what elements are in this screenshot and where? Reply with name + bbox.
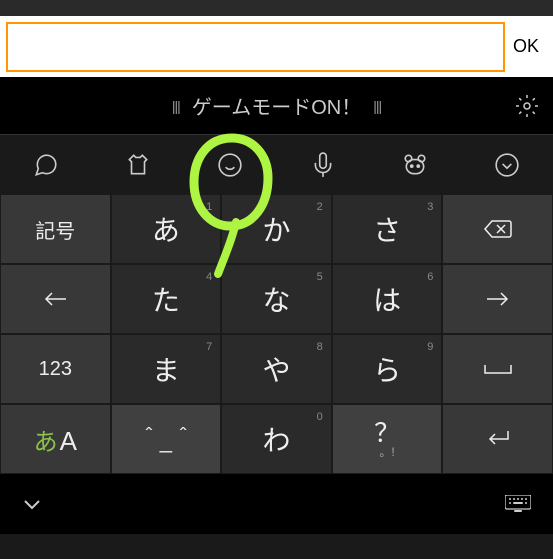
enter-key[interactable] bbox=[443, 405, 552, 473]
backspace-key[interactable] bbox=[443, 195, 552, 263]
kaomoji-key[interactable]: ＾_＾ bbox=[112, 405, 221, 473]
mic-icon[interactable] bbox=[277, 135, 369, 194]
shirt-icon[interactable] bbox=[92, 135, 184, 194]
key-ra[interactable]: ら9 bbox=[333, 335, 442, 403]
collapse-icon[interactable] bbox=[22, 497, 42, 511]
right-arrow-key[interactable] bbox=[443, 265, 552, 333]
keyboard: 記号 あ1 か2 さ3 た4 な5 は6 123 ま7 や8 ら9 あA ＾_＾… bbox=[0, 194, 553, 474]
punctuation-key[interactable]: ？。! bbox=[333, 405, 442, 473]
language-key[interactable]: あA bbox=[1, 405, 110, 473]
symbols-key[interactable]: 記号 bbox=[1, 195, 110, 263]
key-sa[interactable]: さ3 bbox=[333, 195, 442, 263]
top-strip bbox=[0, 0, 553, 16]
emoji-icon[interactable] bbox=[184, 135, 276, 194]
next-suggestion-icon[interactable]: ||| bbox=[373, 98, 381, 114]
ok-button[interactable]: OK bbox=[505, 36, 547, 57]
prev-suggestion-icon[interactable]: ||| bbox=[172, 98, 180, 114]
chevron-down-icon[interactable] bbox=[461, 135, 553, 194]
bottom-bar bbox=[0, 474, 553, 534]
input-area: OK bbox=[0, 16, 553, 77]
left-arrow-key[interactable] bbox=[1, 265, 110, 333]
numbers-key[interactable]: 123 bbox=[1, 335, 110, 403]
key-na[interactable]: な5 bbox=[222, 265, 331, 333]
toolbar bbox=[0, 134, 553, 194]
bear-icon[interactable] bbox=[369, 135, 461, 194]
keyboard-switch-icon[interactable] bbox=[505, 495, 531, 513]
key-wa[interactable]: わ0 bbox=[222, 405, 331, 473]
suggestion-text[interactable]: ゲームモードON！ bbox=[192, 91, 361, 120]
key-a[interactable]: あ1 bbox=[112, 195, 221, 263]
key-ka[interactable]: か2 bbox=[222, 195, 331, 263]
suggestion-bar: ||| ゲームモードON！ ||| bbox=[0, 77, 553, 134]
key-ya[interactable]: や8 bbox=[222, 335, 331, 403]
key-ta[interactable]: た4 bbox=[112, 265, 221, 333]
text-input[interactable] bbox=[6, 22, 505, 72]
key-ma[interactable]: ま7 bbox=[112, 335, 221, 403]
settings-icon[interactable] bbox=[515, 94, 539, 118]
key-ha[interactable]: は6 bbox=[333, 265, 442, 333]
space-key[interactable] bbox=[443, 335, 552, 403]
chat-icon[interactable] bbox=[0, 135, 92, 194]
